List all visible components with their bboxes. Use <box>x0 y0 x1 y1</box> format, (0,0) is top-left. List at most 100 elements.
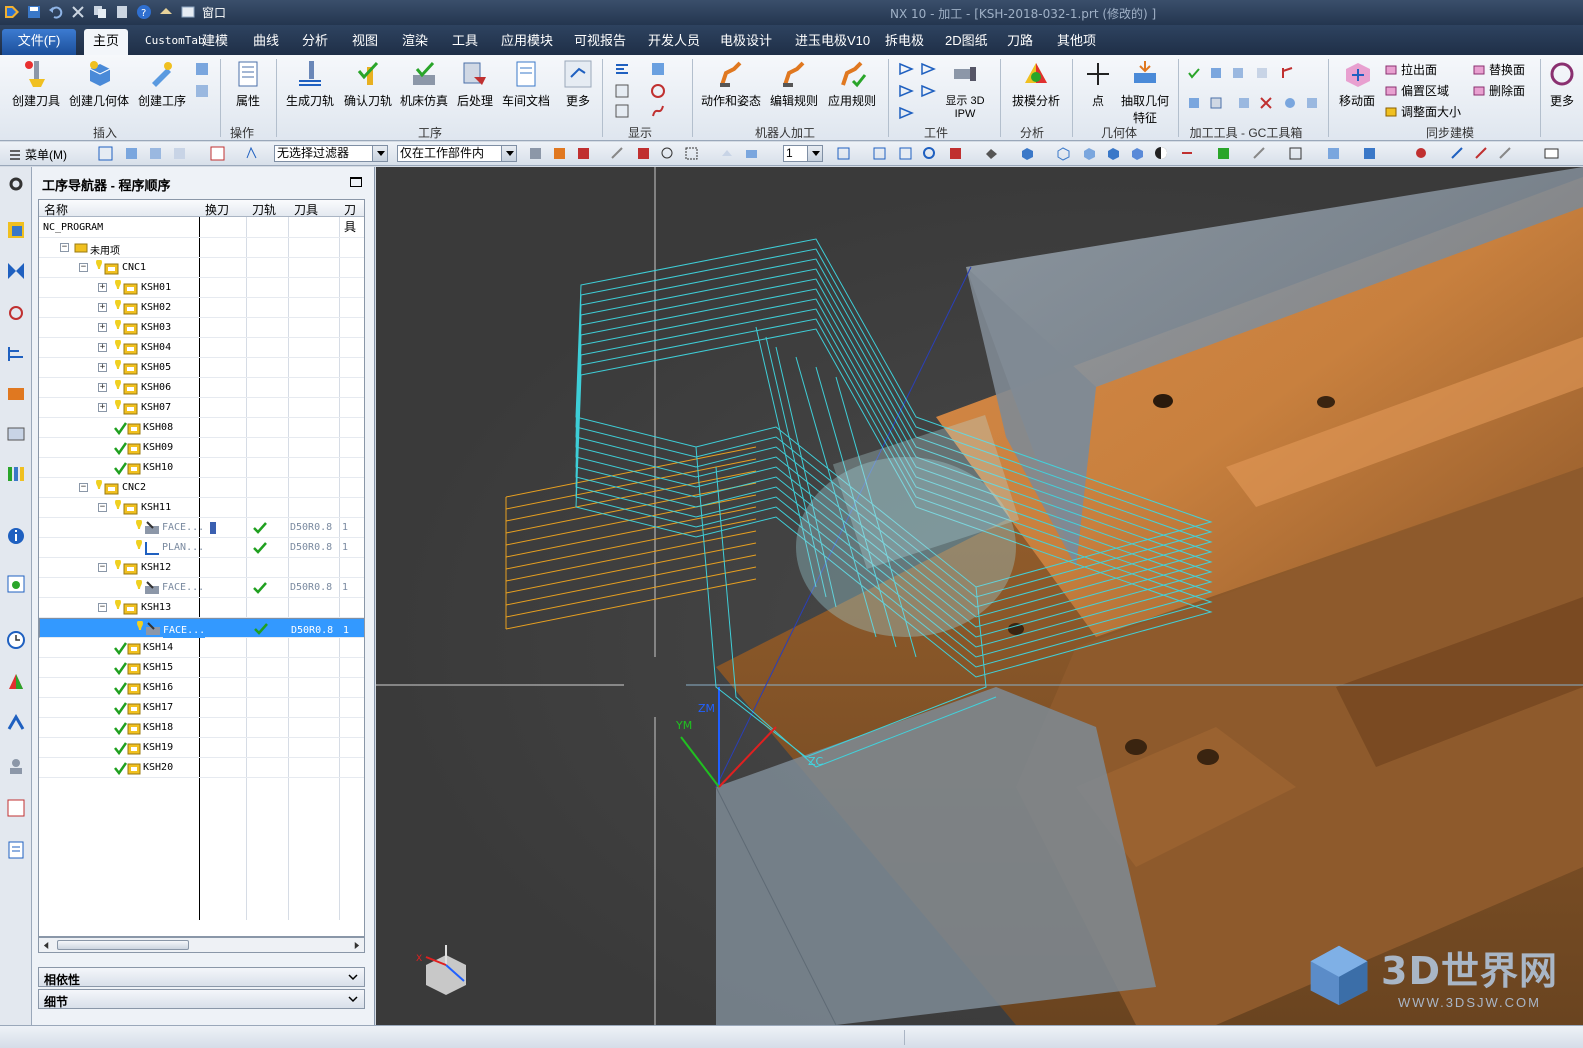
tb-icon-h[interactable] <box>720 146 735 161</box>
selection-scope-select[interactable]: 仅在工作部件内 <box>397 145 517 162</box>
show-3d-ipw-button[interactable]: 显示 3D IPW <box>940 59 990 120</box>
expand-toggle[interactable]: − <box>98 563 107 572</box>
expand-toggle[interactable]: − <box>60 243 69 252</box>
motion-pose-button[interactable]: 动作和姿态 <box>698 59 764 109</box>
display-icon-2[interactable] <box>614 83 630 99</box>
mfg-icon-6[interactable] <box>1186 95 1202 111</box>
extract-geometry-button[interactable]: 抽取几何特征 <box>1120 59 1170 126</box>
chevron-down-icon[interactable] <box>346 970 360 984</box>
expand-toggle[interactable]: − <box>98 603 107 612</box>
tb-icon-l[interactable] <box>1252 146 1267 161</box>
select-icon-5[interactable] <box>210 146 225 161</box>
tb-icon-g[interactable] <box>684 146 699 161</box>
display-icon-5[interactable] <box>650 83 666 99</box>
maximize-icon[interactable] <box>350 177 362 187</box>
shade-icon[interactable] <box>1154 146 1169 161</box>
process-studio-icon[interactable] <box>5 713 27 735</box>
tb-icon-b[interactable] <box>552 146 567 161</box>
rotate-icon[interactable] <box>922 146 937 161</box>
mfg-icon-8[interactable] <box>1236 95 1252 111</box>
expand-toggle[interactable]: − <box>79 263 88 272</box>
workpiece-icon-2[interactable] <box>920 61 936 77</box>
machine-sim-button[interactable]: 机床仿真 <box>396 59 452 109</box>
tree-row[interactable]: + KSH07 <box>39 398 364 418</box>
workpiece-icon-3[interactable] <box>898 83 914 99</box>
reuse-library-icon[interactable] <box>5 463 27 485</box>
move-face-button[interactable]: 移动面 <box>1334 59 1380 109</box>
expand-toggle[interactable]: + <box>98 403 107 412</box>
menu-button[interactable]: 菜单(M) <box>8 146 67 163</box>
tb-icon-t[interactable] <box>1544 146 1559 161</box>
part-navigator-icon[interactable] <box>5 219 27 241</box>
tree-row[interactable]: + KSH05 <box>39 358 364 378</box>
tab-electrode-design[interactable]: 电极设计 <box>711 29 781 55</box>
tree-row[interactable]: + KSH03 <box>39 318 364 338</box>
mfg-icon-11[interactable] <box>1304 95 1320 111</box>
select-icon-2[interactable] <box>124 146 139 161</box>
dependencies-panel[interactable]: 相依性 <box>38 967 365 987</box>
expand-toggle[interactable]: + <box>98 303 107 312</box>
roles-icon[interactable] <box>5 755 27 777</box>
mfg-icon-9[interactable] <box>1258 95 1274 111</box>
tab-file[interactable]: 文件(F) <box>2 29 76 55</box>
display-icon-6[interactable] <box>650 103 666 119</box>
expand-toggle[interactable]: + <box>98 363 107 372</box>
tree-row[interactable]: KSH16 <box>39 678 364 698</box>
tree-row[interactable]: KSH09 <box>39 438 364 458</box>
tab-home[interactable]: 主页 <box>84 29 129 55</box>
help-icon[interactable]: ? <box>136 4 152 20</box>
system-scene-icon[interactable] <box>5 797 27 819</box>
display-icon-3[interactable] <box>614 103 630 119</box>
tree-row[interactable]: KSH08 <box>39 418 364 438</box>
tab-curve[interactable]: 曲线 <box>244 29 288 55</box>
create-geometry-button[interactable]: 创建几何体 <box>66 59 132 109</box>
expand-toggle[interactable]: + <box>98 283 107 292</box>
tab-split-electrode[interactable]: 拆电极 <box>876 29 933 55</box>
cube-icon-1[interactable] <box>1020 146 1035 161</box>
tab-toolpath[interactable]: 刀路 <box>998 29 1042 55</box>
verify-toolpath-button[interactable]: 确认刀轨 <box>340 59 396 109</box>
select-icon-6[interactable] <box>244 146 259 161</box>
tree-row[interactable]: − KSH12 <box>39 558 364 578</box>
tree-row[interactable]: − CNC2 <box>39 478 364 498</box>
machine-navigator-icon[interactable] <box>5 383 27 405</box>
expand-toggle[interactable]: + <box>98 323 107 332</box>
tab-jinyu-electrode[interactable]: 进玉电极V10 <box>786 29 879 55</box>
col-tool[interactable]: 刀具 <box>294 201 318 218</box>
tab-2d-drawing[interactable]: 2D图纸 <box>936 29 997 55</box>
cube-icon-5[interactable] <box>1130 146 1145 161</box>
apply-rule-button[interactable]: 应用规则 <box>824 59 880 109</box>
tree-row[interactable]: FACE... D50R0.8 1 <box>39 518 364 538</box>
workpiece-icon-1[interactable] <box>898 61 914 77</box>
tb-icon-s[interactable] <box>1498 146 1513 161</box>
delete-face-button[interactable]: 删除面 <box>1472 82 1525 99</box>
view-icon-3[interactable] <box>898 146 913 161</box>
copy-icon[interactable] <box>92 4 108 20</box>
tree-row[interactable]: KSH15 <box>39 658 364 678</box>
chevron-down-icon[interactable] <box>346 992 360 1006</box>
tree-row[interactable]: KSH14 <box>39 638 364 658</box>
mfg-icon-5[interactable] <box>1280 65 1296 81</box>
create-operation-button[interactable]: 创建工序 <box>134 59 190 109</box>
tb-icon-n[interactable] <box>1326 146 1341 161</box>
settings-gear-icon[interactable] <box>5 173 27 195</box>
tab-render[interactable]: 渲染 <box>393 29 437 55</box>
tree-row[interactable]: FACE... D50R0.8 1 <box>39 618 364 638</box>
tree-row[interactable]: − CNC1 <box>39 258 364 278</box>
point-button[interactable]: 点 <box>1080 59 1116 109</box>
tree-row[interactable]: KSH10 <box>39 458 364 478</box>
cube-icon-2[interactable] <box>1056 146 1071 161</box>
info-icon[interactable] <box>5 525 27 547</box>
expand-toggle[interactable]: + <box>98 343 107 352</box>
cut-icon[interactable] <box>70 4 86 20</box>
col-name[interactable]: 名称 <box>44 201 68 218</box>
workpiece-icon-5[interactable] <box>898 105 914 121</box>
window-menu[interactable]: 窗口 <box>202 4 226 21</box>
cad-scene[interactable]: ZM YM ZC X <box>376 167 1583 1025</box>
tab-other[interactable]: 其他项 <box>1048 29 1105 55</box>
cube-icon-4[interactable] <box>1106 146 1121 161</box>
tab-developer[interactable]: 开发人员 <box>639 29 709 55</box>
tree-row[interactable]: KSH19 <box>39 738 364 758</box>
history-clock-icon[interactable] <box>5 629 27 651</box>
tb-icon-k[interactable] <box>1216 146 1231 161</box>
